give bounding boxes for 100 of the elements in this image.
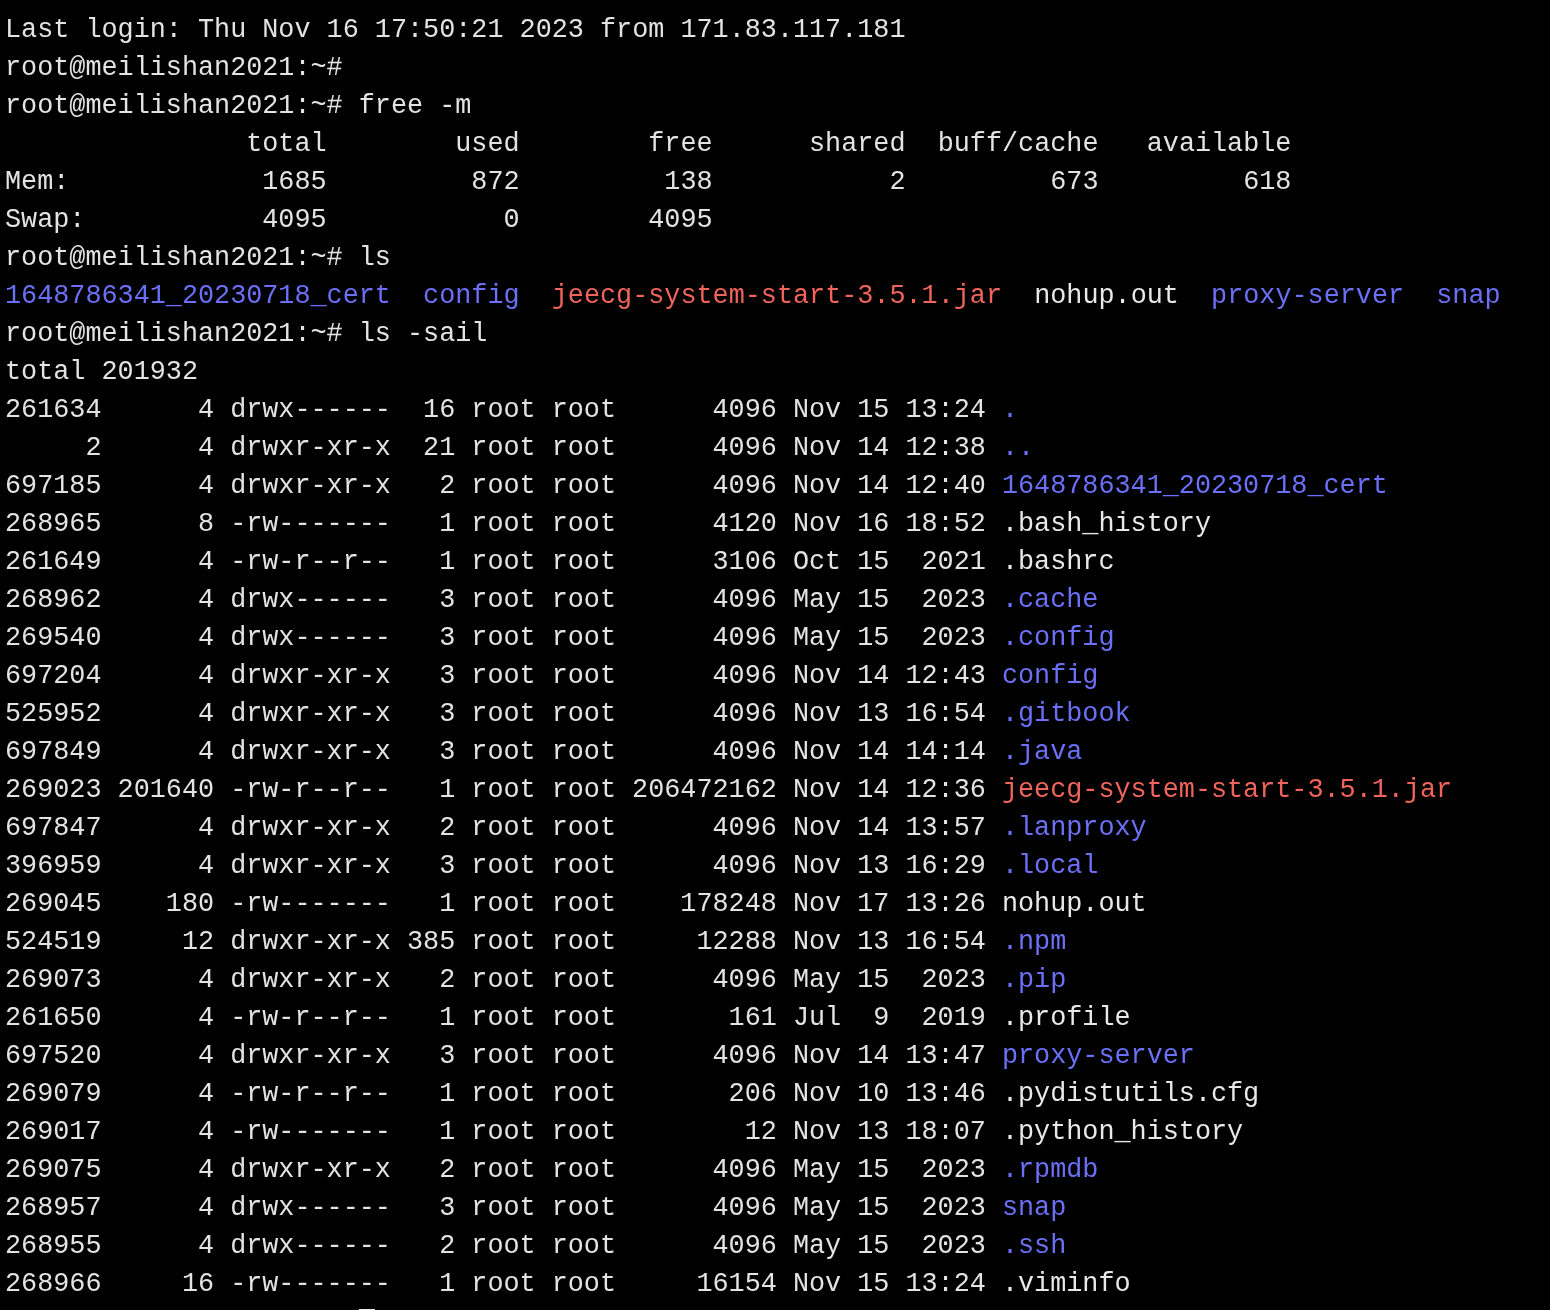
file-day: 13 — [857, 1113, 890, 1151]
file-day: 15 — [857, 1151, 890, 1189]
block-count: 4 — [196, 1116, 215, 1149]
file-owner: root — [471, 394, 536, 427]
link-count: 1 — [438, 508, 456, 541]
file-size: 4096 — [711, 1040, 777, 1073]
file-mode: drwxr-xr-x — [230, 660, 391, 693]
file-size: 4096 — [711, 1154, 777, 1187]
file-time: 2023 — [920, 964, 986, 997]
file-group: root — [551, 505, 616, 543]
inode-number: 268957 — [5, 1192, 102, 1225]
file-month: Jul — [792, 1002, 842, 1035]
link-count: 1 — [438, 546, 456, 579]
block-count: 4 — [196, 964, 215, 997]
file-name: .java — [1001, 736, 1083, 769]
link-count: 3 — [438, 584, 456, 617]
block-count: 4 — [196, 1154, 215, 1187]
file-day: 13 — [857, 695, 890, 733]
file-owner: root — [471, 584, 536, 617]
column-header: free — [647, 128, 713, 161]
file-month: May — [792, 1230, 842, 1263]
column-header: available — [1145, 128, 1292, 161]
file-time: 2019 — [920, 1002, 986, 1035]
file-name: jeecg-system-start-3.5.1.jar — [551, 280, 1003, 313]
file-group: root — [551, 657, 616, 695]
block-count: 4 — [196, 432, 215, 465]
inode-number: 697520 — [5, 1040, 102, 1073]
file-mode: drwxr-xr-x — [230, 964, 391, 997]
file-mode: -rw-r--r-- — [230, 774, 391, 807]
link-count: 3 — [438, 622, 456, 655]
file-group: root — [551, 885, 616, 923]
file-size: 161 — [727, 1002, 777, 1035]
block-count: 4 — [196, 394, 215, 427]
file-day: 10 — [857, 1075, 890, 1113]
file-time: 16:54 — [905, 698, 986, 731]
file-name: 1648786341_20230718_cert — [1001, 470, 1388, 503]
file-mode: drwxr-xr-x — [230, 1154, 391, 1187]
file-size: 4096 — [711, 660, 777, 693]
file-group: root — [551, 1227, 616, 1265]
file-owner: root — [471, 1154, 536, 1187]
inode-number: 269017 — [5, 1116, 102, 1149]
inode-number: 268966 — [5, 1268, 102, 1301]
terminal-output-line: Last login: Thu Nov 16 17:50:21 2023 from 171.83.117.181 — [5, 14, 906, 47]
file-name: .cache — [1001, 584, 1099, 617]
column-header: buff/cache — [936, 128, 1099, 161]
file-day: 15 — [857, 1227, 890, 1265]
file-month: May — [792, 964, 842, 997]
file-name: 1648786341_20230718_cert — [5, 280, 391, 313]
file-month: May — [792, 1154, 842, 1187]
file-day: 14 — [857, 733, 890, 771]
memory-value: 872 — [470, 166, 520, 199]
inode-number: 525952 — [5, 698, 102, 731]
file-month: Nov — [792, 1268, 842, 1301]
terminal-output-line: total 201932 — [5, 356, 198, 389]
file-month: Nov — [792, 698, 842, 731]
memory-value: 4095 — [261, 204, 327, 237]
file-mode: -rw------- — [230, 1268, 391, 1301]
file-name: .config — [1001, 622, 1115, 655]
inode-number: 697847 — [5, 812, 102, 845]
file-mode: drwx------ — [230, 584, 391, 617]
file-size: 4096 — [711, 812, 777, 845]
link-count: 385 — [407, 926, 456, 959]
link-count: 3 — [438, 736, 456, 769]
inode-number: 269540 — [5, 622, 102, 655]
file-time: 14:14 — [905, 736, 986, 769]
inode-number: 697185 — [5, 470, 102, 503]
inode-number: 261650 — [5, 1002, 102, 1035]
inode-number: 2 — [84, 432, 102, 465]
file-name: nohup.out — [1034, 280, 1179, 313]
file-name: .. — [1001, 432, 1035, 465]
file-mode: drwxr-xr-x — [230, 926, 391, 959]
file-owner: root — [471, 1116, 536, 1149]
shell-command: free -m — [358, 90, 472, 123]
file-name: config — [423, 280, 520, 313]
file-mode: -rw------- — [230, 508, 391, 541]
file-owner: root — [471, 812, 536, 845]
memory-value: 2 — [888, 166, 906, 199]
file-owner: root — [471, 1268, 536, 1301]
link-count: 1 — [438, 1116, 456, 1149]
inode-number: 269073 — [5, 964, 102, 997]
file-month: Nov — [792, 660, 842, 693]
file-name: proxy-server — [1001, 1040, 1195, 1073]
file-group: root — [551, 619, 616, 657]
file-group: root — [551, 695, 616, 733]
file-size: 4096 — [711, 698, 777, 731]
file-time: 13:47 — [905, 1040, 986, 1073]
file-mode: -rw-r--r-- — [230, 546, 391, 579]
file-group: root — [551, 961, 616, 999]
file-name: .local — [1001, 850, 1099, 883]
inode-number: 261649 — [5, 546, 102, 579]
shell-command: ls -sail — [358, 318, 488, 351]
block-count: 4 — [196, 1002, 215, 1035]
file-time: 13:57 — [905, 812, 986, 845]
file-name: snap — [1436, 280, 1501, 313]
link-count: 1 — [438, 1002, 456, 1035]
file-size: 206 — [727, 1078, 777, 1111]
file-time: 2021 — [920, 546, 986, 579]
file-time: 12:40 — [905, 470, 986, 503]
block-count: 4 — [196, 736, 215, 769]
file-time: 13:46 — [905, 1078, 986, 1111]
